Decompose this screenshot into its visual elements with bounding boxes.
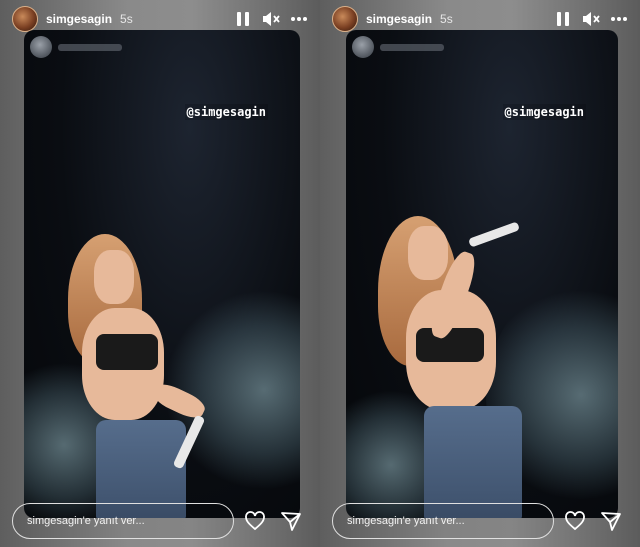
story-time: 5s — [120, 12, 133, 26]
heart-icon[interactable] — [560, 506, 590, 536]
story-time: 5s — [440, 12, 453, 26]
speaker-muted-icon[interactable] — [580, 8, 602, 30]
reshared-story-header — [30, 36, 122, 58]
story-media[interactable]: @simgesagin — [346, 30, 618, 518]
reshared-avatar — [30, 36, 52, 58]
profile-avatar[interactable] — [332, 6, 358, 32]
mention-tag[interactable]: @simgesagin — [502, 104, 586, 120]
send-icon[interactable] — [276, 506, 306, 536]
reshared-story-header — [352, 36, 444, 58]
stories-viewer: simgesagin 5s @simgesagin simgesagin'e y… — [0, 0, 640, 547]
reply-input[interactable]: simgesagin'e yanıt ver... — [12, 503, 234, 539]
story-header: simgesagin 5s — [12, 6, 310, 32]
send-icon[interactable] — [596, 506, 626, 536]
story-footer: simgesagin'e yanıt ver... — [332, 502, 630, 540]
pause-icon[interactable] — [232, 8, 254, 30]
username[interactable]: simgesagin — [46, 12, 112, 26]
username[interactable]: simgesagin — [366, 12, 432, 26]
reply-input[interactable]: simgesagin'e yanıt ver... — [332, 503, 554, 539]
heart-icon[interactable] — [240, 506, 270, 536]
mention-tag[interactable]: @simgesagin — [184, 104, 268, 120]
reshared-username-blurred — [380, 43, 444, 51]
story-footer: simgesagin'e yanıt ver... — [12, 502, 310, 540]
story-panel-1: simgesagin 5s @simgesagin simgesagin'e y… — [0, 0, 320, 547]
story-header: simgesagin 5s — [332, 6, 630, 32]
more-dots-icon[interactable] — [608, 8, 630, 30]
singer-figure — [370, 210, 570, 518]
singer-figure — [44, 230, 224, 518]
pause-icon[interactable] — [552, 8, 574, 30]
reshared-username-blurred — [58, 43, 122, 51]
story-media[interactable]: @simgesagin — [24, 30, 300, 518]
profile-avatar[interactable] — [12, 6, 38, 32]
more-dots-icon[interactable] — [288, 8, 310, 30]
story-panel-2: simgesagin 5s @simgesagin simgesagin'e y… — [320, 0, 640, 547]
speaker-muted-icon[interactable] — [260, 8, 282, 30]
reshared-avatar — [352, 36, 374, 58]
